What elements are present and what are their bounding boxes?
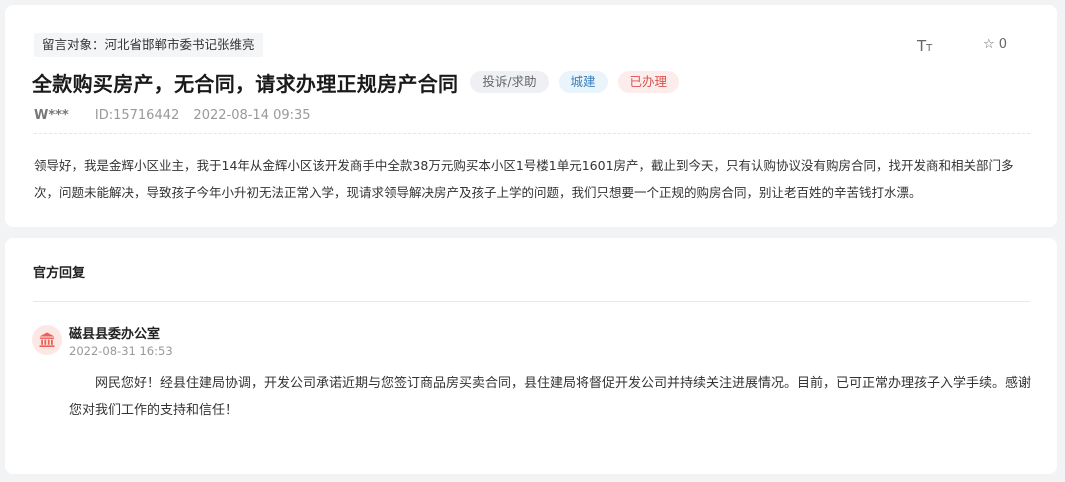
message-content: 领导好，我是金辉小区业主，我于14年从金辉小区该开发商手中全款38万元购买本小区… [34, 158, 1014, 200]
favorite-button[interactable]: ☆ 0 [983, 37, 1007, 52]
official-reply-card: 官方回复 磁县县委办公室 2022-08-31 16:53 网民您好！经县住建局… [5, 238, 1057, 474]
message-datetime: 2022-08-14 09:35 [193, 108, 311, 123]
message-id: ID:15716442 [94, 108, 180, 123]
department-badge: 城建 [558, 71, 608, 93]
font-size-icon: TT [917, 37, 933, 55]
message-title: 全款购买房产，无合同，请求办理正规房产合同 [32, 71, 459, 96]
star-outline-icon: ☆ [983, 37, 995, 52]
title-row: 全款购买房产，无合同，请求办理正规房产合同 投诉/求助 城建 已办理 [32, 67, 680, 97]
message-card: 留言对象：河北省邯郸市委书记张维亮 TT ☆ 0 全款购买房产，无合同，请求办理… [5, 5, 1057, 227]
reply-heading: 官方回复 [33, 266, 86, 281]
divider [34, 133, 1030, 134]
status-badge: 已办理 [617, 71, 680, 93]
reply-datetime: 2022-08-31 16:53 [69, 344, 173, 358]
avatar [32, 325, 62, 355]
government-building-icon [39, 332, 55, 347]
font-size-button[interactable]: TT [917, 37, 937, 55]
reply-department: 磁县县委办公室 [69, 327, 161, 342]
favorite-count: 0 [998, 37, 1008, 52]
category-badge: 投诉/求助 [470, 71, 549, 93]
message-target-label: 留言对象：河北省邯郸市委书记张维亮 [34, 33, 263, 57]
author-name: W*** [34, 108, 69, 123]
message-meta: W*** ID:15716442 2022-08-14 09:35 [34, 108, 311, 123]
divider [33, 301, 1030, 302]
reply-content: 网民您好！经县住建局协调，开发公司承诺近期与您签订商品房买卖合同，县住建局将督促… [69, 376, 1032, 418]
